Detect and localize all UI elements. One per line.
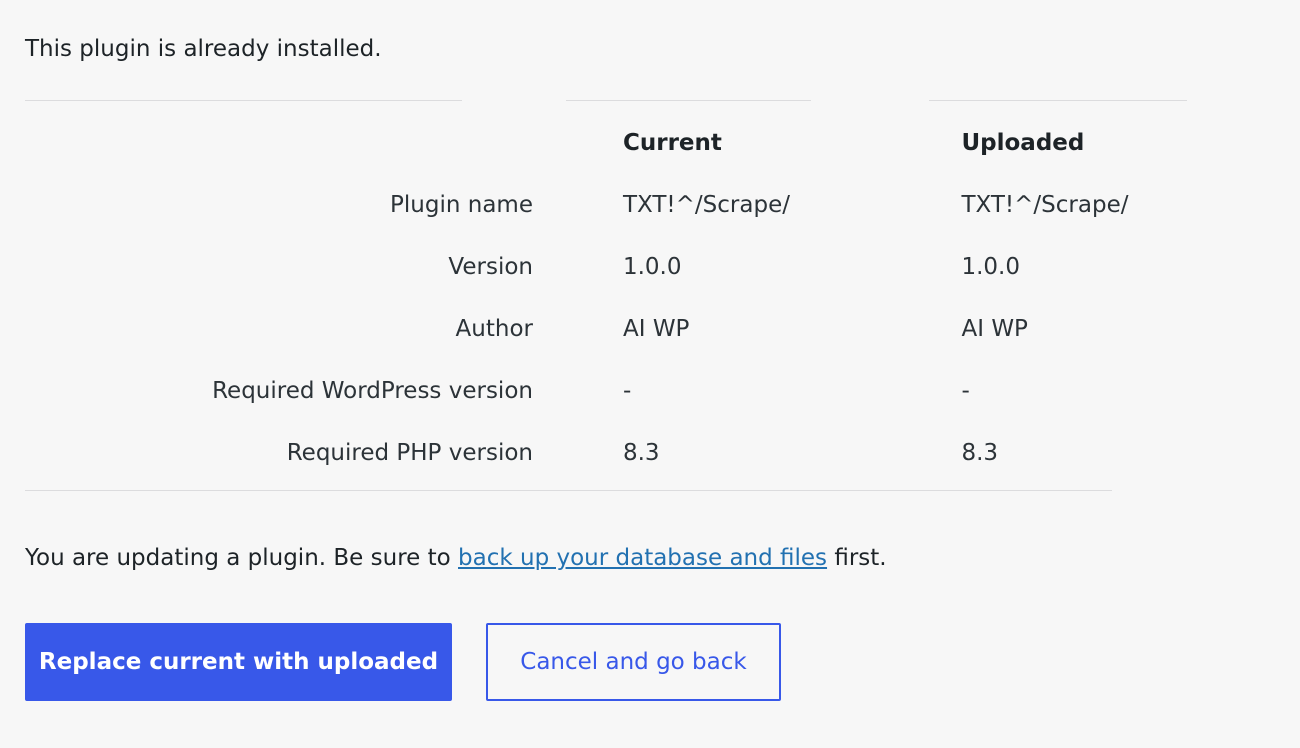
row-label: Required PHP version	[286, 440, 533, 466]
install-notice: This plugin is already installed.	[25, 36, 382, 62]
row-label: Required WordPress version	[212, 378, 533, 404]
current-value: 1.0.0	[622, 254, 682, 280]
uploaded-value: TXT!^/Scrape/	[961, 192, 1129, 218]
table-row: Version 1.0.0 1.0.0	[25, 236, 1300, 298]
header-uploaded: Uploaded	[961, 130, 1085, 156]
version-comparison-table: Current Uploaded Plugin name TXT!^/Scrap…	[25, 112, 1300, 484]
update-warning: You are updating a plugin. Be sure to ba…	[25, 541, 887, 575]
divider-top	[25, 100, 462, 101]
header-current: Current	[622, 130, 722, 156]
divider-top	[566, 100, 811, 101]
header-label-spacer	[25, 112, 623, 174]
divider-top	[929, 100, 1187, 101]
replace-current-button[interactable]: Replace current with uploaded	[25, 623, 452, 701]
uploaded-value: 8.3	[961, 440, 999, 466]
row-label: Author	[455, 316, 533, 342]
current-value: TXT!^/Scrape/	[622, 192, 790, 218]
current-value: 8.3	[622, 440, 660, 466]
table-row: Plugin name TXT!^/Scrape/ TXT!^/Scrape/	[25, 174, 1300, 236]
current-value: AI WP	[622, 316, 690, 342]
row-label: Version	[448, 254, 533, 280]
backup-link[interactable]: back up your database and files	[458, 545, 827, 571]
table-row: Required PHP version 8.3 8.3	[25, 422, 1300, 484]
table-header-row: Current Uploaded	[25, 112, 1300, 174]
current-value: -	[622, 378, 632, 404]
cancel-button[interactable]: Cancel and go back	[486, 623, 781, 701]
table-row: Required WordPress version - -	[25, 360, 1300, 422]
row-label: Plugin name	[390, 192, 533, 218]
update-warning-suffix: first.	[827, 545, 887, 571]
uploaded-value: AI WP	[961, 316, 1028, 342]
update-warning-text: You are updating a plugin. Be sure to	[25, 545, 459, 571]
divider-bottom	[25, 490, 1112, 491]
table-row: Author AI WP AI WP	[25, 298, 1300, 360]
uploaded-value: 1.0.0	[961, 254, 1021, 280]
uploaded-value: -	[961, 378, 970, 404]
